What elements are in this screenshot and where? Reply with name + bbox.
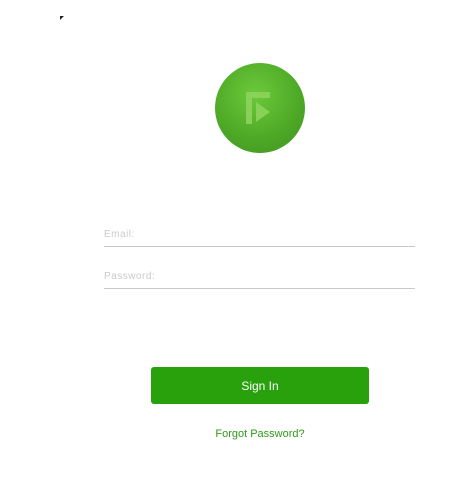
corner-marker [60, 16, 64, 20]
app-logo [215, 63, 305, 153]
play-flag-icon [246, 92, 270, 124]
sign-in-button[interactable]: Sign In [151, 367, 369, 404]
email-field[interactable] [104, 224, 415, 245]
email-field-container [104, 224, 415, 247]
password-field[interactable] [104, 266, 415, 287]
password-field-container [104, 266, 415, 289]
login-page: Sign In Forgot Password? [0, 0, 455, 493]
forgot-password-link[interactable]: Forgot Password? [151, 428, 369, 440]
